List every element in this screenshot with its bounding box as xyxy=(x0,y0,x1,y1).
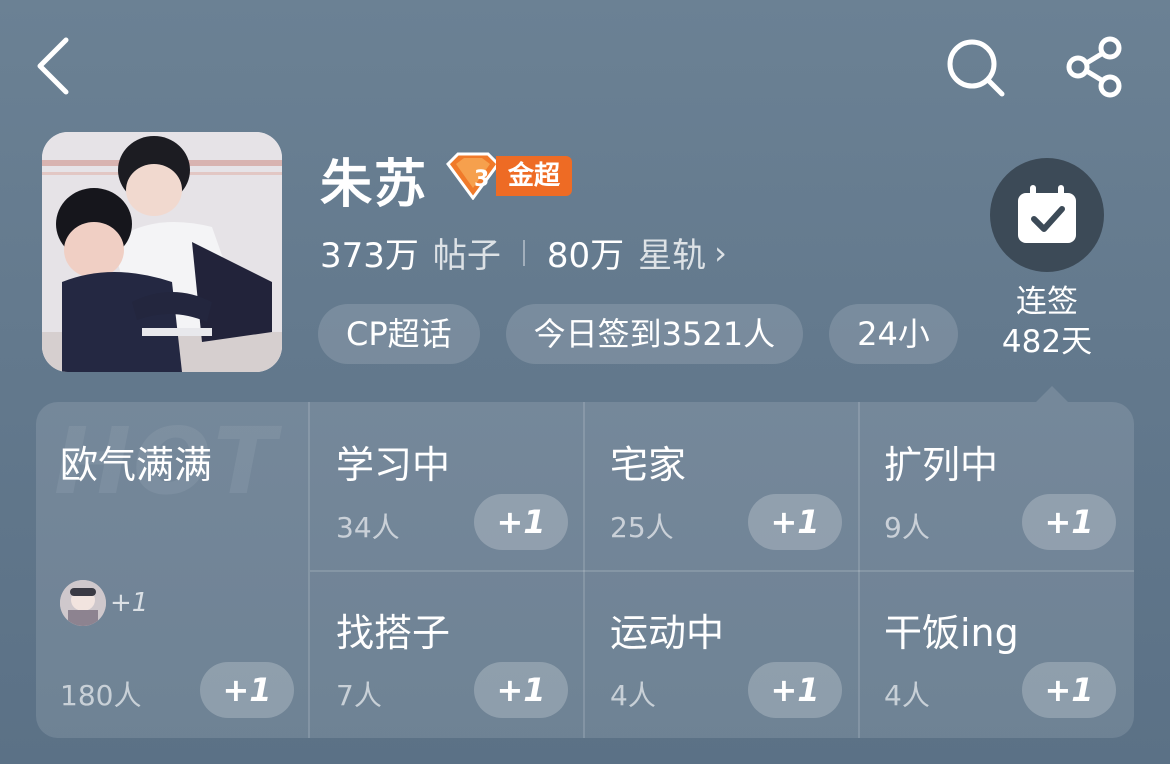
chevron-right-icon: › xyxy=(714,233,727,272)
posts-count: 373万 xyxy=(320,236,419,276)
mood-card-count: 25人 xyxy=(610,511,674,544)
participant-avatar xyxy=(60,580,106,626)
featured-title: 欧气满满 xyxy=(60,443,213,487)
mood-card-count: 9人 xyxy=(884,511,930,544)
checkin-label: 连签 xyxy=(1016,284,1078,320)
participant-plus: +1 xyxy=(110,588,149,618)
badge-level: 3 xyxy=(474,167,489,192)
orbit-count: 80万 xyxy=(546,236,625,276)
share-icon xyxy=(1066,36,1122,98)
page-title: 朱苏 xyxy=(320,155,429,215)
grid-divider xyxy=(310,570,1134,572)
topic-avatar[interactable] xyxy=(42,132,282,372)
plus-one-button[interactable]: +1 xyxy=(748,494,842,550)
search-button[interactable] xyxy=(944,36,1006,98)
share-button[interactable] xyxy=(1064,36,1126,98)
tag-24h[interactable]: 24小 xyxy=(829,304,958,364)
tag-cp-topic[interactable]: CP超话 xyxy=(318,304,480,364)
mood-card-count: 4人 xyxy=(610,679,656,712)
mood-card-title: 宅家 xyxy=(610,443,687,487)
orbit-label: 星轨 xyxy=(638,236,707,276)
plus-one-button[interactable]: +1 xyxy=(748,662,842,718)
checkin-button[interactable] xyxy=(990,158,1104,272)
checkin-streak: 连签 482天 xyxy=(990,282,1104,362)
mood-card-count: 34人 xyxy=(336,511,400,544)
mood-card-title: 运动中 xyxy=(610,611,725,655)
mood-card-count: 4人 xyxy=(884,679,930,712)
tag-checkin-today[interactable]: 今日签到3521人 xyxy=(505,304,804,364)
posts-label: 帖子 xyxy=(432,236,501,276)
gold-super-badge[interactable]: 金超 xyxy=(496,156,573,196)
stats-row: 373万 帖子 80万 星轨 › xyxy=(320,228,727,277)
plus-one-button[interactable]: +1 xyxy=(1022,662,1116,718)
orbit-link[interactable]: 80万 星轨 › xyxy=(547,228,727,277)
mood-card-count: 7人 xyxy=(336,679,382,712)
mood-card-title: 扩列中 xyxy=(884,443,999,487)
search-icon xyxy=(947,39,1005,97)
mood-card-title: 找搭子 xyxy=(336,611,451,655)
diamond-level-icon: 3 xyxy=(444,152,502,201)
avatar-photo xyxy=(42,132,282,372)
plus-one-button[interactable]: +1 xyxy=(1022,494,1116,550)
checkin-days: 482天 xyxy=(1001,324,1093,360)
chevron-left-icon xyxy=(37,37,69,95)
calendar-check-icon xyxy=(1018,185,1076,243)
mood-card-title: 学习中 xyxy=(336,443,451,487)
mood-card-title: 干饭ing xyxy=(884,611,1019,655)
panel-pointer xyxy=(1036,386,1068,402)
back-button[interactable] xyxy=(34,36,74,96)
tag-row[interactable]: CP超话 今日签到3521人 24小 xyxy=(318,304,978,364)
stats-divider xyxy=(522,239,525,266)
plus-one-button[interactable]: +1 xyxy=(474,662,568,718)
plus-one-button[interactable]: +1 xyxy=(200,662,294,718)
plus-one-button[interactable]: +1 xyxy=(474,494,568,550)
featured-count: 180人 xyxy=(60,679,142,712)
